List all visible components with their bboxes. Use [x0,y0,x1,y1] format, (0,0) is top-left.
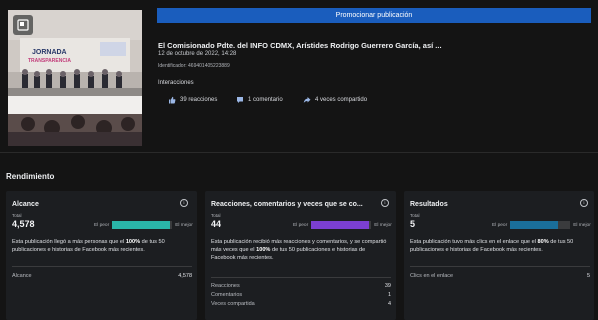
bar-track [510,221,571,229]
post-header: JORNADA TRANSPARENCIA Promocionar public… [0,0,598,150]
total-value: 44 [211,219,222,229]
row-value: 1 [387,292,391,298]
comparison-bar: El peor El mejor [293,221,392,229]
banner-text-1: JORNADA [32,49,67,56]
row-label: Alcance [12,273,32,279]
bar-track [112,221,173,229]
row-value: 4 [387,301,391,307]
comment-icon [237,97,243,103]
card-divider [211,277,391,278]
post-identifier: Identificador: 469401405223889 [158,63,230,69]
desc-percent: 100% [125,239,141,245]
interactions-heading: Interacciones [158,80,194,86]
row-label: Veces compartida [211,301,255,307]
gallery-icon[interactable] [13,15,33,35]
comparison-bar: El peor El mejor [94,221,193,229]
total-label: Total [211,213,221,218]
comments-metric[interactable]: 1 comentario [236,96,283,104]
metric-row: Veces compartida 4 [211,301,391,307]
better-label: El mejor [573,222,591,228]
performance-heading: Rendimiento [6,172,55,181]
card-title: Reacciones, comentarios y veces que se c… [211,201,363,208]
bar-fill [112,221,170,229]
total-label: Total [410,213,420,218]
row-value: 39 [384,283,391,289]
post-date: 12 de octubre de 2022, 14:28 [158,51,237,57]
total-value: 5 [410,219,416,229]
worse-label: El peor [94,222,110,228]
card-description: Esta publicación tuvo más clics en el en… [410,238,590,254]
total-value: 4,578 [12,219,35,229]
better-label: El mejor [175,222,193,228]
card-title: Resultados [410,201,448,208]
results-card: Resultados i Total 5 El peor El mejor Es… [404,191,594,320]
reactions-metric[interactable]: 39 reacciones [168,96,217,104]
info-icon[interactable]: i [381,199,389,207]
worse-label: El peor [492,222,508,228]
desc-text: Esta publicación tuvo más clics en el en… [410,239,538,245]
shares-metric[interactable]: 4 veces compartido [303,96,367,104]
desc-percent: 80% [537,239,549,245]
row-label: Comentarios [211,292,243,298]
promote-post-button[interactable]: Promocionar publicación [157,8,591,23]
reach-card: Alcance i Total 4,578 El peor El mejor E… [6,191,197,320]
info-icon[interactable]: i [580,199,588,207]
thumbs-up-icon [169,96,176,104]
row-label: Reacciones [211,283,240,289]
comments-count: 1 comentario [248,97,283,103]
banner-text-2: TRANSPARENCIA [28,58,71,64]
post-title: El Comisionado Pdte. del INFO CDMX, Arís… [158,41,442,50]
desc-text: Esta publicación llegó a más personas qu… [12,239,126,245]
card-divider [410,266,590,267]
row-value: 4,578 [178,273,192,279]
section-divider [0,152,598,153]
engagement-card: Reacciones, comentarios y veces que se c… [205,191,396,320]
row-label: Clics en el enlace [410,273,454,279]
shares-count: 4 veces compartido [315,97,368,103]
comparison-bar: El peor El mejor [492,221,591,229]
metric-row: Reacciones 39 [211,283,391,289]
card-title: Alcance [12,201,39,208]
desc-percent: 100% [256,247,271,253]
metric-row: Alcance 4,578 [12,273,192,279]
bar-fill [311,221,369,229]
card-description: Esta publicación recibió más reacciones … [211,238,391,262]
bar-fill [510,221,559,229]
row-value: 5 [586,273,590,279]
share-icon [303,97,311,103]
info-icon[interactable]: i [180,199,188,207]
worse-label: El peor [293,222,309,228]
card-description: Esta publicación llegó a más personas qu… [12,238,192,254]
card-divider [12,266,192,267]
total-label: Total [12,213,22,218]
reactions-count: 39 reacciones [180,97,218,103]
bar-track [311,221,372,229]
metric-row: Clics en el enlace 5 [410,273,590,279]
metric-row: Comentarios 1 [211,292,391,298]
better-label: El mejor [374,222,392,228]
post-thumbnail[interactable]: JORNADA TRANSPARENCIA [8,10,142,146]
